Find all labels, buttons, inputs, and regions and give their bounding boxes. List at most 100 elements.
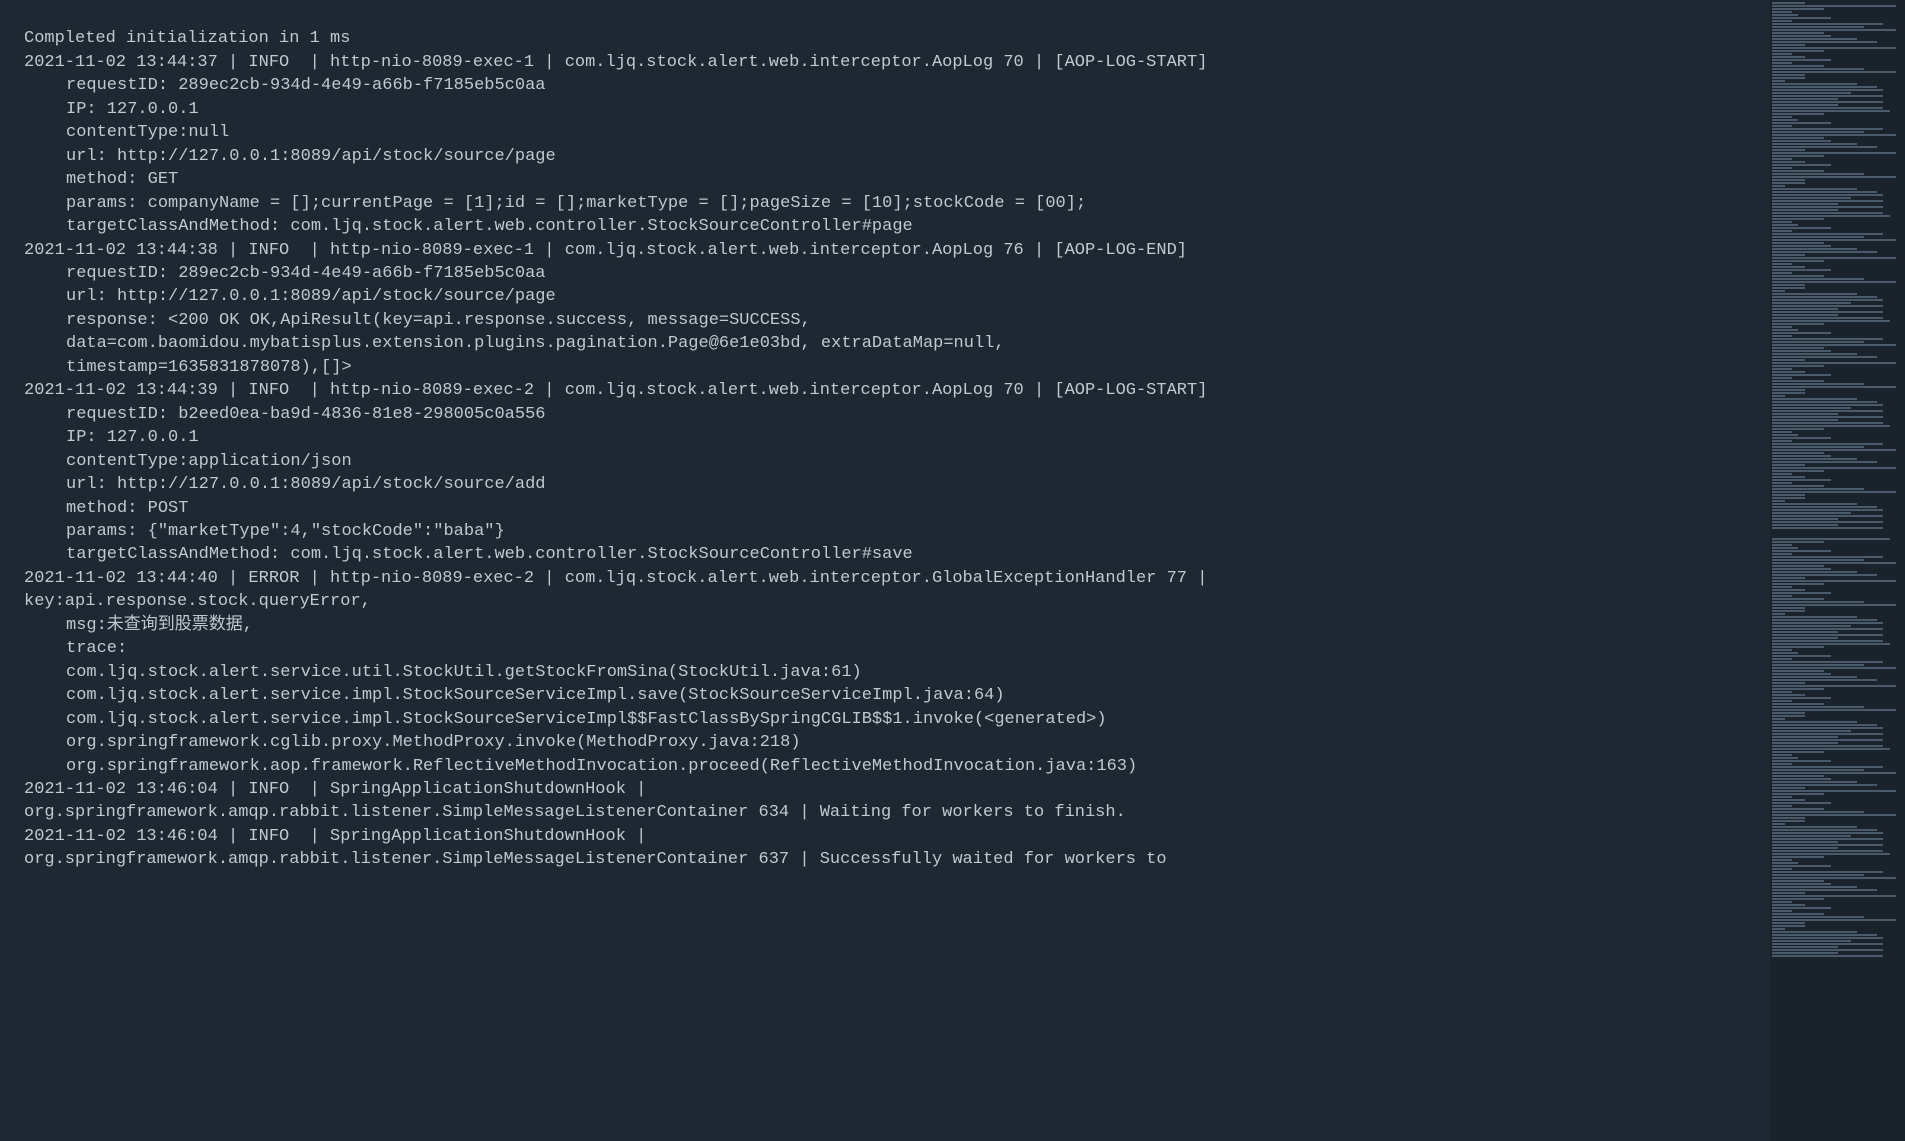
minimap-line [1772, 71, 1896, 73]
minimap-line [1772, 212, 1883, 214]
minimap-line [1772, 362, 1896, 364]
minimap-line [1772, 943, 1883, 945]
minimap-line [1772, 149, 1805, 151]
minimap[interactable] [1770, 0, 1905, 1141]
minimap-line [1772, 194, 1883, 196]
minimap-line [1772, 251, 1877, 253]
minimap-line [1772, 326, 1792, 328]
minimap-line [1772, 799, 1805, 801]
minimap-line [1772, 77, 1805, 79]
minimap-line [1772, 215, 1890, 217]
minimap-line [1772, 904, 1805, 906]
log-line: 2021-11-02 13:46:04 | INFO | SpringAppli… [24, 778, 1881, 801]
minimap-line [1772, 922, 1805, 924]
minimap-line [1772, 191, 1877, 193]
minimap-line [1772, 547, 1798, 549]
minimap-line [1772, 497, 1805, 499]
minimap-line [1772, 386, 1896, 388]
minimap-line [1772, 458, 1857, 460]
minimap-line [1772, 652, 1798, 654]
minimap-line [1772, 838, 1883, 840]
minimap-line [1772, 823, 1785, 825]
minimap-line [1772, 29, 1896, 31]
minimap-line [1772, 98, 1838, 100]
log-line: com.ljq.stock.alert.service.impl.StockSo… [24, 708, 1881, 731]
minimap-line [1772, 32, 1824, 34]
minimap-line [1772, 17, 1831, 19]
minimap-line [1772, 574, 1877, 576]
minimap-line [1772, 847, 1838, 849]
minimap-line [1772, 125, 1792, 127]
minimap-line [1772, 673, 1831, 675]
minimap-line [1772, 754, 1792, 756]
minimap-line [1772, 850, 1883, 852]
minimap-line [1772, 407, 1851, 409]
minimap-line [1772, 152, 1896, 154]
minimap-line [1772, 691, 1792, 693]
minimap-line [1772, 158, 1792, 160]
minimap-line [1772, 23, 1883, 25]
log-line: contentType:null [24, 121, 1881, 144]
minimap-line [1772, 167, 1792, 169]
log-line: 2021-11-02 13:44:38 | INFO | http-nio-80… [24, 239, 1881, 262]
minimap-line [1772, 859, 1792, 861]
log-line: org.springframework.aop.framework.Reflec… [24, 755, 1881, 778]
minimap-line [1772, 242, 1824, 244]
minimap-line [1772, 197, 1851, 199]
minimap-line [1772, 89, 1883, 91]
log-viewer[interactable]: Completed initialization in 1 ms2021-11-… [0, 0, 1905, 876]
minimap-line [1772, 742, 1838, 744]
minimap-line [1772, 763, 1792, 765]
minimap-line [1772, 604, 1896, 606]
minimap-line [1772, 146, 1877, 148]
minimap-line [1772, 482, 1792, 484]
minimap-line [1772, 880, 1824, 882]
minimap-line [1772, 527, 1883, 529]
log-line: params: companyName = [];currentPage = [… [24, 192, 1881, 215]
minimap-line [1772, 5, 1896, 7]
minimap-line [1772, 83, 1857, 85]
minimap-line [1772, 404, 1883, 406]
minimap-line [1772, 670, 1824, 672]
minimap-line [1772, 284, 1805, 286]
minimap-line [1772, 227, 1831, 229]
minimap-line [1772, 53, 1792, 55]
minimap-line [1772, 62, 1792, 64]
minimap-line [1772, 116, 1792, 118]
minimap-line [1772, 161, 1805, 163]
minimap-line [1772, 68, 1864, 70]
minimap-line [1772, 278, 1864, 280]
minimap-line [1772, 883, 1831, 885]
minimap-line [1772, 65, 1824, 67]
minimap-line [1772, 595, 1792, 597]
minimap-line [1772, 634, 1883, 636]
minimap-line [1772, 35, 1831, 37]
log-line: 2021-11-02 13:44:37 | INFO | http-nio-80… [24, 51, 1881, 74]
minimap-line [1772, 317, 1883, 319]
minimap-line [1772, 515, 1883, 517]
minimap-line [1772, 119, 1798, 121]
minimap-line [1772, 329, 1798, 331]
minimap-line [1772, 203, 1838, 205]
minimap-line [1772, 892, 1805, 894]
minimap-line [1772, 643, 1890, 645]
minimap-line [1772, 92, 1851, 94]
minimap-line [1772, 739, 1883, 741]
minimap-line [1772, 919, 1896, 921]
minimap-line [1772, 338, 1883, 340]
minimap-line [1772, 934, 1877, 936]
minimap-line [1772, 787, 1805, 789]
minimap-line [1772, 461, 1877, 463]
log-line: com.ljq.stock.alert.service.util.StockUt… [24, 661, 1881, 684]
minimap-line [1772, 829, 1877, 831]
minimap-line [1772, 335, 1792, 337]
log-line: targetClassAndMethod: com.ljq.stock.aler… [24, 543, 1881, 566]
minimap-line [1772, 907, 1831, 909]
minimap-line [1772, 901, 1792, 903]
minimap-line [1772, 428, 1824, 430]
minimap-line [1772, 464, 1805, 466]
log-line: data=com.baomidou.mybatisplus.extension.… [24, 332, 1881, 355]
minimap-line [1772, 74, 1805, 76]
minimap-line [1772, 263, 1792, 265]
minimap-line [1772, 260, 1824, 262]
